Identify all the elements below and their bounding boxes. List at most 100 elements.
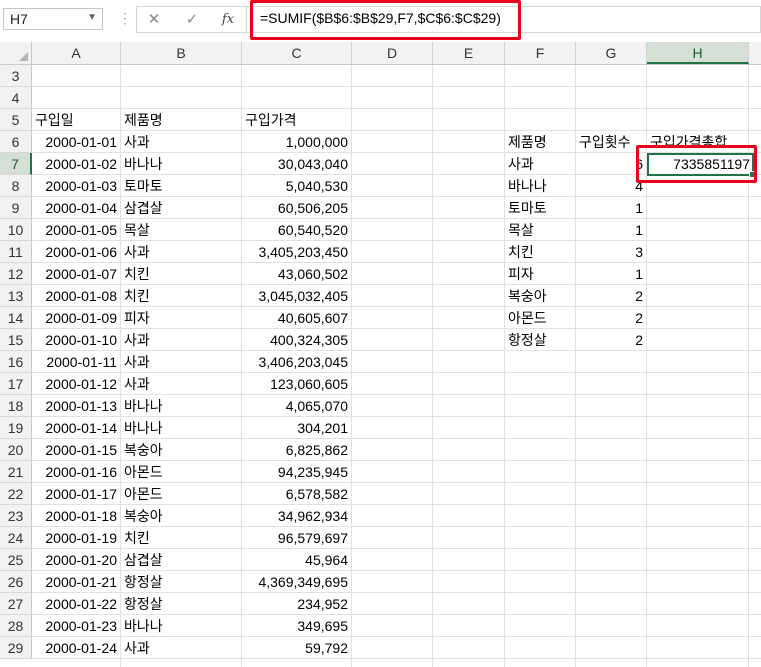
cell-product[interactable]: 피자 xyxy=(121,307,242,329)
cell-product[interactable]: 삼겹살 xyxy=(121,549,242,571)
summary-count[interactable]: 1 xyxy=(576,219,647,241)
cell-date[interactable]: 2000-01-18 xyxy=(32,505,121,527)
column-header-d[interactable]: D xyxy=(352,42,433,64)
header-product[interactable]: 제품명 xyxy=(121,109,242,131)
cell-price[interactable]: 5,040,530 xyxy=(242,175,352,197)
cell-date[interactable]: 2000-01-22 xyxy=(32,593,121,615)
summary-count[interactable]: 1 xyxy=(576,197,647,219)
cell-product[interactable]: 치킨 xyxy=(121,527,242,549)
cell-product[interactable]: 복숭아 xyxy=(121,505,242,527)
cell-date[interactable]: 2000-01-17 xyxy=(32,483,121,505)
summary-total[interactable] xyxy=(647,285,749,307)
row-header-13[interactable]: 13 xyxy=(0,285,32,307)
cell-date[interactable]: 2000-01-19 xyxy=(32,527,121,549)
summary-total[interactable] xyxy=(647,197,749,219)
cell-product[interactable]: 바나나 xyxy=(121,153,242,175)
row-header-22[interactable]: 22 xyxy=(0,483,32,505)
cell-date[interactable]: 2000-01-16 xyxy=(32,461,121,483)
cell-price[interactable]: 1,000,000 xyxy=(242,131,352,153)
cell-product[interactable]: 항정살 xyxy=(121,593,242,615)
cell-date[interactable]: 2000-01-05 xyxy=(32,219,121,241)
column-header-f[interactable]: F xyxy=(505,42,576,64)
row-header-14[interactable]: 14 xyxy=(0,307,32,329)
header-date[interactable]: 구입일 xyxy=(32,109,121,131)
cell-product[interactable]: 바나나 xyxy=(121,417,242,439)
row-header-12[interactable]: 12 xyxy=(0,263,32,285)
row-header-21[interactable]: 21 xyxy=(0,461,32,483)
cell-date[interactable]: 2000-01-02 xyxy=(32,153,121,175)
cell-price[interactable]: 3,406,203,045 xyxy=(242,351,352,373)
row-header-10[interactable]: 10 xyxy=(0,219,32,241)
row-header-26[interactable]: 26 xyxy=(0,571,32,593)
summary-product[interactable]: 목살 xyxy=(505,219,576,241)
row-header-15[interactable]: 15 xyxy=(0,329,32,351)
row-header-28[interactable]: 28 xyxy=(0,615,32,637)
row-header-9[interactable]: 9 xyxy=(0,197,32,219)
row-header-8[interactable]: 8 xyxy=(0,175,32,197)
cell-date[interactable]: 2000-01-08 xyxy=(32,285,121,307)
cell-product[interactable]: 사과 xyxy=(121,131,242,153)
cell-date[interactable]: 2000-01-21 xyxy=(32,571,121,593)
summary-total[interactable] xyxy=(647,241,749,263)
cell-date[interactable]: 2000-01-11 xyxy=(32,351,121,373)
summary-header-product[interactable]: 제품명 xyxy=(505,131,576,153)
insert-function-button[interactable]: fx xyxy=(217,10,239,30)
cell-date[interactable]: 2000-01-10 xyxy=(32,329,121,351)
cell-product[interactable]: 치킨 xyxy=(121,285,242,307)
cell-price[interactable]: 4,369,349,695 xyxy=(242,571,352,593)
cell-product[interactable]: 복숭아 xyxy=(121,439,242,461)
column-header-a[interactable]: A xyxy=(32,42,121,64)
cell-product[interactable]: 토마토 xyxy=(121,175,242,197)
row-header-17[interactable]: 17 xyxy=(0,373,32,395)
column-header-e[interactable]: E xyxy=(433,42,505,64)
cell-date[interactable]: 2000-01-04 xyxy=(32,197,121,219)
row-header-4[interactable]: 4 xyxy=(0,87,32,109)
column-header-g[interactable]: G xyxy=(576,42,647,64)
cell-price[interactable]: 45,964 xyxy=(242,549,352,571)
summary-count[interactable]: 2 xyxy=(576,329,647,351)
cell-price[interactable]: 34,962,934 xyxy=(242,505,352,527)
cell-product[interactable]: 사과 xyxy=(121,329,242,351)
row-header-7[interactable]: 7 xyxy=(0,153,32,175)
summary-product[interactable]: 아몬드 xyxy=(505,307,576,329)
check-icon[interactable]: ✓ xyxy=(181,10,203,30)
row-header-6[interactable]: 6 xyxy=(0,131,32,153)
cell-price[interactable]: 40,605,607 xyxy=(242,307,352,329)
cell-price[interactable]: 3,405,203,450 xyxy=(242,241,352,263)
row-header-24[interactable]: 24 xyxy=(0,527,32,549)
row-header-18[interactable]: 18 xyxy=(0,395,32,417)
cell-price[interactable]: 43,060,502 xyxy=(242,263,352,285)
cell-date[interactable]: 2000-01-24 xyxy=(32,637,121,659)
cell-product[interactable]: 치킨 xyxy=(121,263,242,285)
summary-product[interactable]: 복숭아 xyxy=(505,285,576,307)
column-header-c[interactable]: C xyxy=(242,42,352,64)
select-all-button[interactable] xyxy=(0,42,32,64)
summary-product[interactable]: 바나나 xyxy=(505,175,576,197)
summary-count[interactable]: 2 xyxy=(576,285,647,307)
cell-price[interactable]: 60,506,205 xyxy=(242,197,352,219)
cell-product[interactable]: 사과 xyxy=(121,241,242,263)
cell-date[interactable]: 2000-01-01 xyxy=(32,131,121,153)
cell-price[interactable]: 234,952 xyxy=(242,593,352,615)
summary-product[interactable]: 사과 xyxy=(505,153,576,175)
chevron-down-icon[interactable]: ▼ xyxy=(87,12,97,23)
row-header-3[interactable]: 3 xyxy=(0,65,32,87)
cell-price[interactable]: 349,695 xyxy=(242,615,352,637)
cell-price[interactable]: 4,065,070 xyxy=(242,395,352,417)
cell-price[interactable]: 3,045,032,405 xyxy=(242,285,352,307)
cell-product[interactable]: 항정살 xyxy=(121,571,242,593)
cell-product[interactable]: 사과 xyxy=(121,373,242,395)
summary-product[interactable]: 치킨 xyxy=(505,241,576,263)
cell-price[interactable]: 60,540,520 xyxy=(242,219,352,241)
summary-count[interactable]: 2 xyxy=(576,307,647,329)
cell-date[interactable]: 2000-01-07 xyxy=(32,263,121,285)
cell-product[interactable]: 바나나 xyxy=(121,615,242,637)
row-header-23[interactable]: 23 xyxy=(0,505,32,527)
name-box[interactable]: H7 ▼ xyxy=(3,8,103,30)
header-price[interactable]: 구입가격 xyxy=(242,109,352,131)
summary-product[interactable]: 토마토 xyxy=(505,197,576,219)
cell-product[interactable]: 목살 xyxy=(121,219,242,241)
cell-date[interactable]: 2000-01-20 xyxy=(32,549,121,571)
cell-date[interactable]: 2000-01-06 xyxy=(32,241,121,263)
cell-product[interactable]: 사과 xyxy=(121,351,242,373)
